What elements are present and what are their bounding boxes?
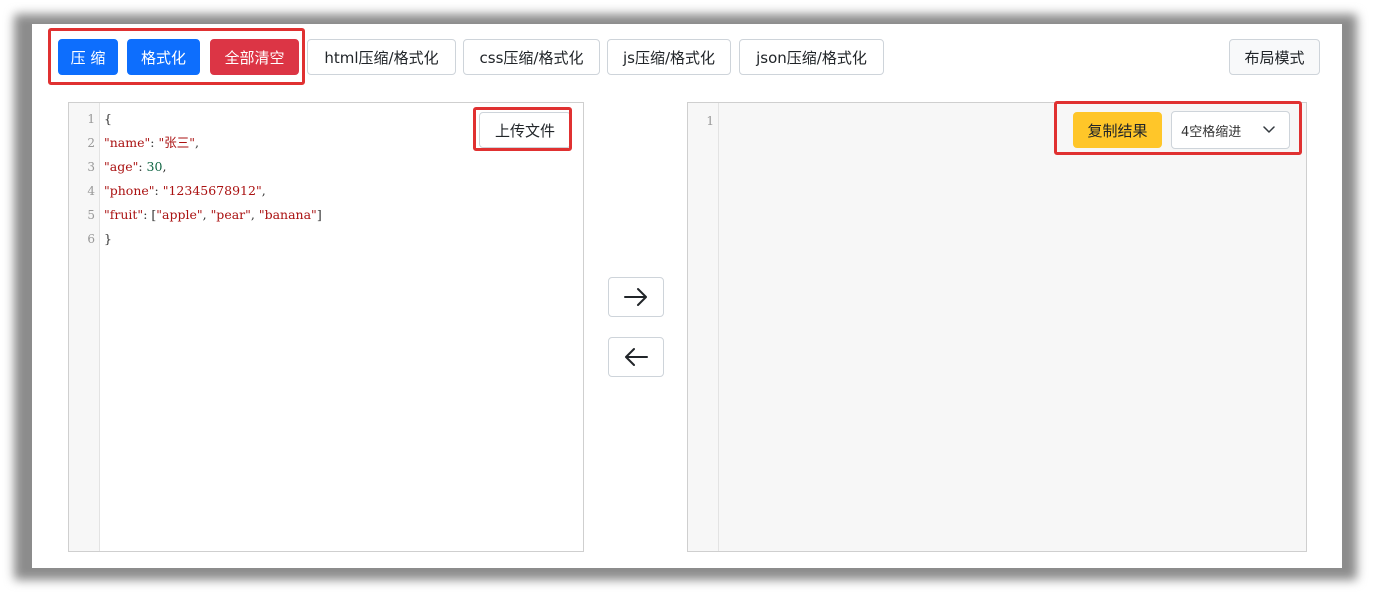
code-token: "apple" [156,207,203,222]
output-gutter: 1 [688,103,719,551]
line-number: 4 [87,184,95,198]
code-token: "fruit" [104,207,144,222]
code-token: , [162,159,167,174]
code-token: "banana" [258,207,317,222]
code-line: { [104,107,112,131]
code-token: : [138,159,147,174]
line-number: 5 [87,208,95,222]
app-window: 压 缩 格式化 全部清空 html压缩/格式化 css压缩/格式化 js压缩/格… [32,24,1342,568]
code-token: ] [316,207,322,222]
upload-file-button[interactable]: 上传文件 [479,112,571,148]
code-token: , [261,183,266,198]
line-number: 1 [706,114,714,128]
code-token: "age" [104,159,139,174]
convert-forward-button[interactable] [608,277,664,317]
code-line: "name": "张三", [104,131,199,155]
code-token: , [202,207,211,222]
line-number: 6 [87,232,95,246]
code-token: "phone" [104,183,155,198]
line-number: 1 [87,112,95,126]
code-line: "phone": "12345678912", [104,179,266,203]
chevron-down-icon [1263,126,1275,133]
compress-button[interactable]: 压 缩 [58,39,118,75]
line-number: 2 [87,136,95,150]
output-editor[interactable]: 1 复制结果 4空格缩进 [687,101,1307,552]
tab-json[interactable]: json压缩/格式化 [739,39,884,75]
convert-backward-button[interactable] [608,337,664,377]
code-line: "fruit": ["apple", "pear", "banana"] [104,203,322,227]
tab-js[interactable]: js压缩/格式化 [607,39,731,75]
line-number: 3 [87,160,95,174]
indent-select-value: 4空格缩进 [1181,124,1242,140]
code-line: "age": 30, [104,155,166,179]
arrow-left-icon [625,348,648,366]
tab-css[interactable]: css压缩/格式化 [463,39,600,75]
code-token: "name" [104,135,151,150]
input-editor[interactable]: 1 2 3 4 5 6 {"name": "张三", "age": 30, "pho… [68,102,584,552]
code-token: "pear" [210,207,251,222]
code-token: { [104,111,112,126]
clear-all-button[interactable]: 全部清空 [210,39,299,75]
code-token: : [154,183,163,198]
code-token: , [194,135,199,150]
arrow-right-icon [624,288,647,306]
code-token: , [250,207,259,222]
input-gutter: 1 2 3 4 5 6 [69,103,100,551]
layout-mode-button[interactable]: 布局模式 [1229,39,1320,75]
code-token: 30 [146,159,163,174]
code-token: : [ [143,207,157,222]
format-button[interactable]: 格式化 [127,39,200,75]
tab-html[interactable]: html压缩/格式化 [307,39,456,75]
code-token: "张三" [158,135,195,150]
indent-select[interactable]: 4空格缩进 [1171,111,1290,149]
code-line: } [104,227,112,251]
code-token: } [104,231,112,246]
copy-result-button[interactable]: 复制结果 [1073,112,1162,148]
code-token: "12345678912" [162,183,262,198]
